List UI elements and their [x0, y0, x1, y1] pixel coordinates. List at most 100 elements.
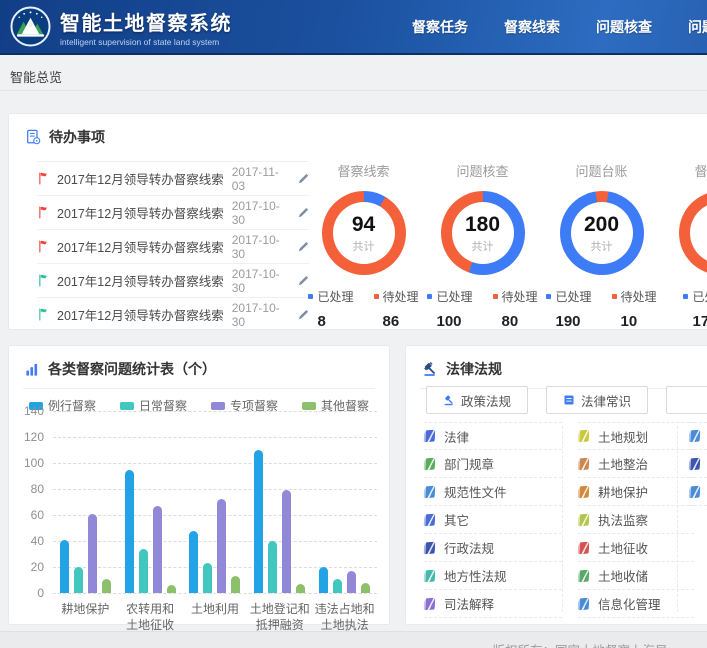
todo-date: 2017-10-30 — [232, 233, 285, 261]
donut-title: 问题核查 — [423, 161, 542, 180]
book-icon — [689, 485, 701, 498]
donut-total-label: 共计 — [591, 238, 613, 254]
todo-item[interactable]: 2017年12月领导转办督察线索 2017-11-03 — [37, 162, 309, 196]
bar-group: 土地登记和 抵押融资 — [254, 450, 305, 593]
processed-value: 190 — [546, 313, 591, 330]
clipboard-icon — [25, 129, 41, 145]
tab-cut-off[interactable] — [666, 386, 707, 414]
todo-item[interactable]: 2017年12月领导转办督察线索 2017-10-30 — [37, 298, 309, 332]
law-item[interactable]: 地方性法规 — [424, 562, 562, 590]
tab-legal-knowledge[interactable]: 法律常识 — [546, 386, 648, 414]
processed-value: 175 — [683, 313, 707, 330]
donut-title: 问题台账 — [542, 161, 661, 180]
divider — [23, 388, 375, 389]
law-item-label: 土地征收 — [598, 538, 648, 557]
law-item[interactable]: 法律 — [424, 422, 562, 450]
law-panel: 法律法规 政策法规 法律常识 — [405, 345, 707, 625]
bar-group: 农转用和 土地征收 — [125, 470, 176, 594]
donut-charts-row: 督察线索 94 共计 已处理8 待处理86 问题核查 180 共 — [304, 161, 707, 330]
legend-swatch — [302, 402, 316, 410]
x-axis-label: 违法占地和 土地执法 — [303, 601, 387, 633]
book-icon — [578, 430, 590, 443]
y-tick-label: 120 — [14, 430, 44, 444]
law-column-1: 法律 部门规章 规范性文件 其它 行政法规 地方性法规 司法解释 — [424, 422, 562, 618]
bar-group: 土地利用 — [189, 499, 240, 593]
bar-专项督察 — [347, 571, 356, 593]
donut-chart-supervision-clues: 督察线索 94 共计 已处理8 待处理86 — [304, 161, 423, 330]
law-item-label: 部门规章 — [444, 454, 494, 473]
nav-item-problem-ledger[interactable]: 问题台账 — [688, 17, 707, 37]
book-icon — [424, 430, 436, 443]
book-icon — [578, 597, 590, 610]
law-item-label: 行政法规 — [444, 538, 494, 557]
bar-group: 耕地保护 — [60, 514, 111, 593]
bar-chart-panel: 各类督察问题统计表（个） 例行督察日常督察专项督察其他督察 0204060801… — [8, 345, 390, 625]
law-item-label: 土地收储 — [598, 566, 648, 585]
law-item[interactable]: 其它 — [424, 506, 562, 534]
y-tick-label: 140 — [14, 404, 44, 418]
book-icon — [424, 597, 436, 610]
law-item[interactable]: 行政法规 — [424, 534, 562, 562]
nav-item-supervision-tasks[interactable]: 督察任务 — [412, 17, 468, 37]
nav-item-problem-check[interactable]: 问题核查 — [596, 17, 652, 37]
book-icon — [424, 457, 436, 470]
law-item[interactable]: 部门规章 — [424, 450, 562, 478]
todo-text: 2017年12月领导转办督察线索 — [57, 305, 224, 324]
bar-日常督察 — [333, 579, 342, 593]
book-icon — [563, 394, 575, 406]
donut-total-label: 共计 — [353, 238, 375, 254]
law-item[interactable] — [689, 450, 707, 478]
bar-panel-title: 各类督察问题统计表（个） — [48, 359, 216, 379]
donut-center: 94 共计 — [333, 202, 395, 264]
donut-chart-supervision-tasks: 督察任务 已处理175 — [661, 161, 707, 330]
processed-dot — [683, 294, 688, 299]
flag-icon — [37, 240, 49, 253]
pending-label: 待处理 — [502, 288, 538, 305]
donut-total-value: 180 — [465, 213, 500, 237]
donut-total-value: 200 — [584, 213, 619, 237]
todo-text: 2017年12月领导转办督察线索 — [57, 271, 224, 290]
law-item[interactable]: 司法解释 — [424, 590, 562, 618]
bar-group: 违法占地和 土地执法 — [319, 567, 370, 593]
donut-center — [690, 202, 707, 264]
pending-label: 待处理 — [383, 288, 419, 305]
nav-item-supervision-clues[interactable]: 督察线索 — [504, 17, 560, 37]
column-separator — [562, 426, 563, 612]
tab-policy-regulations[interactable]: 政策法规 — [426, 386, 528, 414]
todo-item[interactable]: 2017年12月领导转办督察线索 2017-10-30 — [37, 196, 309, 230]
column-separator — [677, 426, 678, 612]
logo: 智能土地督察系统 intelligent supervision of stat… — [10, 6, 232, 47]
pending-value: 86 — [374, 313, 419, 330]
legend-swatch — [120, 402, 134, 410]
donut-ring: 200 共计 — [560, 191, 644, 275]
legend-swatch — [211, 402, 225, 410]
todo-item[interactable]: 2017年12月领导转办督察线索 2017-10-30 — [37, 230, 309, 264]
law-item-label: 法律 — [444, 427, 469, 446]
book-icon — [578, 569, 590, 582]
flag-icon — [37, 274, 49, 287]
bar-其他督察 — [361, 583, 370, 593]
law-item-label: 土地整治 — [598, 454, 648, 473]
donut-legend: 已处理190 待处理10 — [542, 288, 661, 330]
book-icon — [424, 485, 436, 498]
tab-label: 政策法规 — [461, 391, 511, 410]
gavel-icon — [443, 394, 455, 406]
book-icon — [578, 513, 590, 526]
y-tick-label: 20 — [14, 560, 44, 574]
donut-center: 200 共计 — [571, 202, 633, 264]
book-icon — [689, 457, 701, 470]
y-tick-label: 60 — [14, 508, 44, 522]
y-tick-label: 100 — [14, 456, 44, 470]
law-item[interactable]: 规范性文件 — [424, 478, 562, 506]
bar-专项督察 — [217, 499, 226, 593]
bar-例行督察 — [189, 531, 198, 593]
law-item[interactable] — [689, 422, 707, 450]
page-title: 智能总览 — [10, 67, 62, 86]
law-item[interactable] — [689, 478, 707, 506]
todo-item[interactable]: 2017年12月领导转办督察线索 2017-10-30 — [37, 264, 309, 298]
law-item-label: 其它 — [444, 510, 469, 529]
law-item-label: 土地规划 — [598, 427, 648, 446]
todo-date: 2017-10-30 — [232, 267, 285, 295]
processed-value: 100 — [427, 313, 472, 330]
pending-value: 10 — [612, 313, 657, 330]
